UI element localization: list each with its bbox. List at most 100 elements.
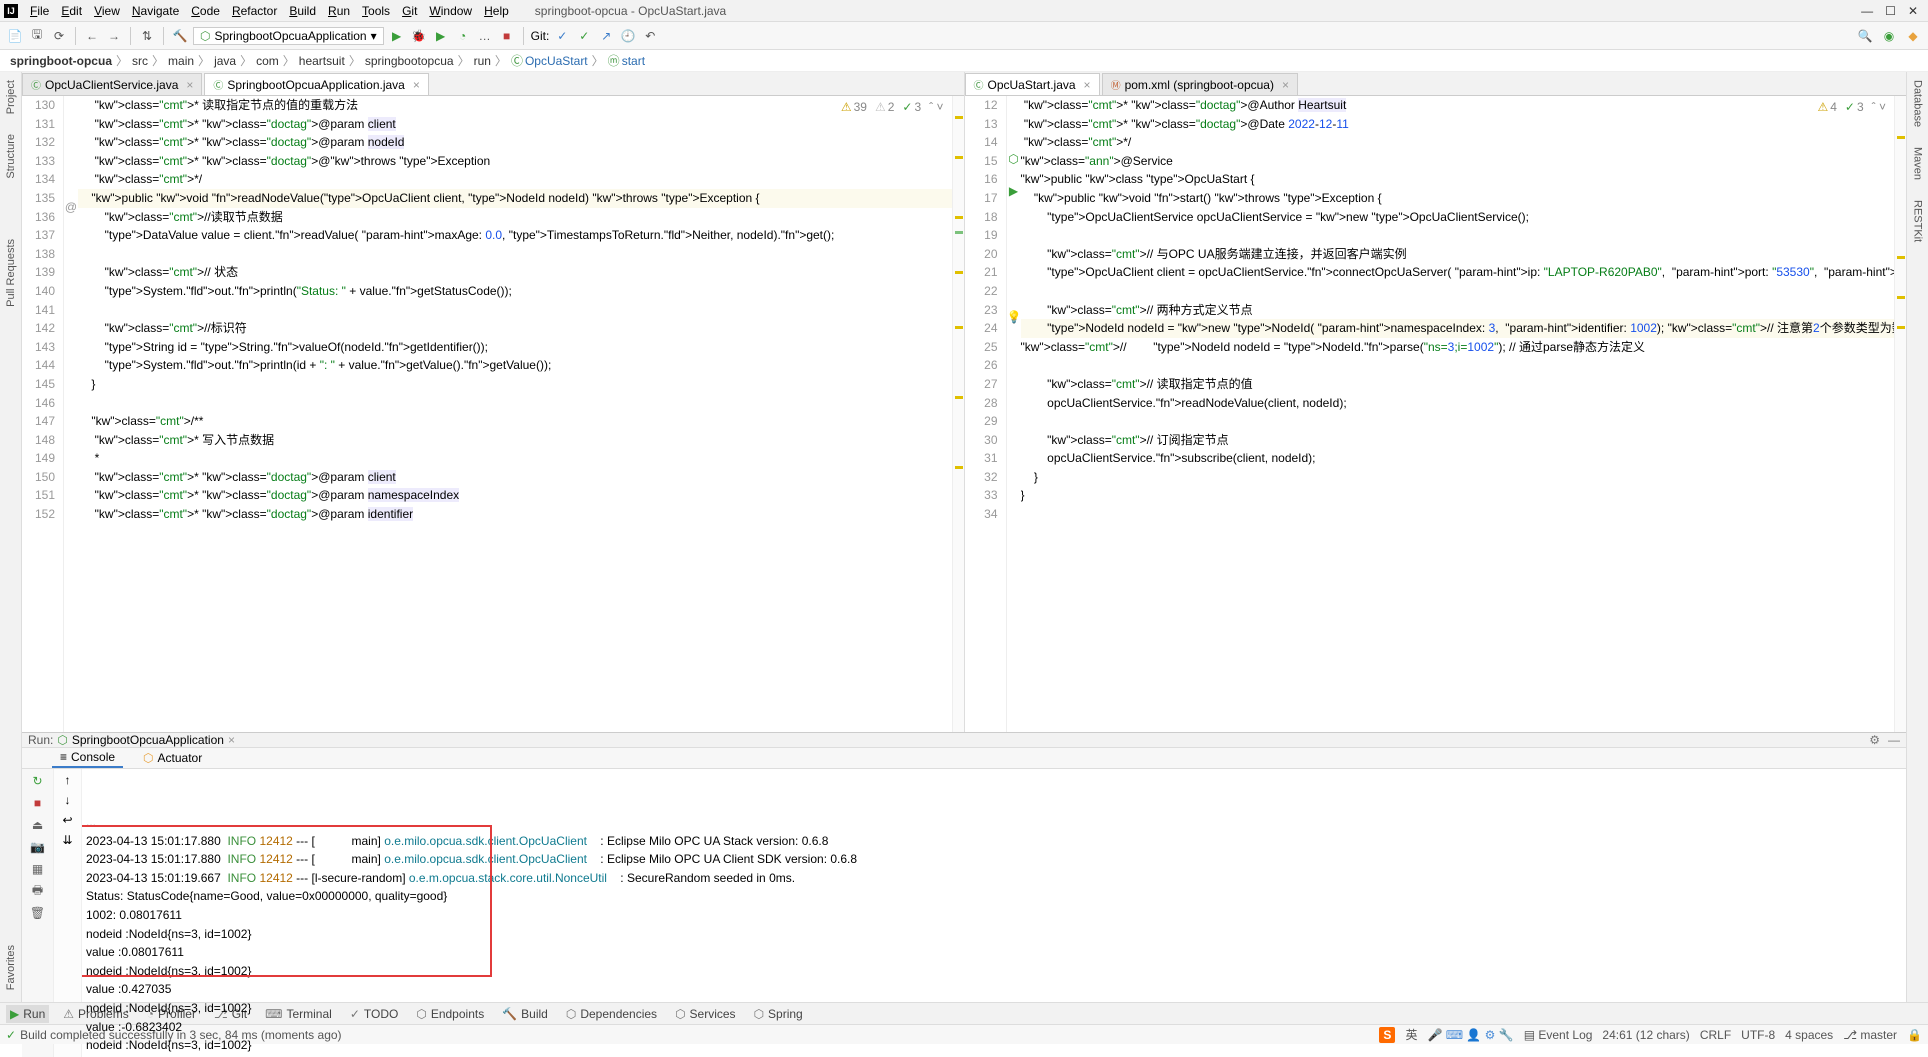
breadcrumb-item[interactable]: springbootopcua [361,54,458,68]
close-tab-icon[interactable]: × [186,78,193,92]
close-tab-icon[interactable]: × [1084,78,1091,92]
actuator-tab[interactable]: ⬡Actuator [135,749,210,767]
menu-build[interactable]: Build [283,2,322,20]
database-tool[interactable]: Database [1912,76,1924,131]
restkit-tool[interactable]: RESTKit [1912,196,1924,246]
left-inspection-indicators[interactable]: 39 2 3 ˆ ˅ [841,100,944,114]
menu-help[interactable]: Help [478,2,515,20]
vcs-icon[interactable]: ⇅ [138,27,156,45]
breadcrumb-item[interactable]: main [164,54,198,68]
git-update-icon[interactable]: ✓ [553,27,571,45]
stop-icon[interactable]: ■ [498,27,516,45]
breadcrumb-item[interactable]: src [128,54,152,68]
run-icon[interactable]: ▶ [388,27,406,45]
attach-icon[interactable]: … [476,27,494,45]
favorites-tool[interactable]: Favorites [5,941,17,994]
breadcrumb-item[interactable]: com [252,54,283,68]
stop-run-icon[interactable]: ■ [30,795,46,811]
breadcrumb-item[interactable]: run [470,54,495,68]
right-code-area[interactable]: 4 3 ˆ ˅ 12131415161718192021222324252627… [965,96,1907,732]
chevron-down-icon: ▾ [371,29,377,43]
open-icon[interactable]: 📄 [6,27,24,45]
maximize-icon[interactable]: ☐ [1885,4,1896,18]
right-tabs: ⒸOpcUaStart.java×Ⓜpom.xml (springboot-op… [965,72,1907,96]
ide-update-icon[interactable]: ◆ [1904,27,1922,45]
chevron-icon[interactable]: ˆ ˅ [1872,100,1886,114]
menu-run[interactable]: Run [322,2,356,20]
left-tabs: ⒸOpcUaClientService.java×ⒸSpringbootOpcu… [22,72,964,96]
forward-icon[interactable]: → [105,27,123,45]
breadcrumb: springboot-opcua〉src〉main〉java〉com〉heart… [0,50,1928,72]
menu-window[interactable]: Window [423,2,478,20]
window-title: springboot-opcua - OpcUaStart.java [535,4,726,18]
left-tool-strip: Project Structure Pull Requests Favorite… [0,72,22,1002]
menu-view[interactable]: View [88,2,126,20]
git-push-icon[interactable]: ↗ [597,27,615,45]
maven-tool[interactable]: Maven [1912,143,1924,184]
left-gutter[interactable]: 1301311321331341351361371381391401411421… [22,96,64,732]
lock-icon[interactable]: 🔒 [1907,1028,1922,1042]
exit-icon[interactable]: ⏏ [30,817,46,833]
coverage-icon[interactable]: ▶ [432,27,450,45]
editor-tab[interactable]: ⒸSpringbootOpcuaApplication.java× [204,73,428,95]
right-inspection-indicators[interactable]: 4 3 ˆ ˅ [1817,100,1886,114]
left-editor: ⒸOpcUaClientService.java×ⒸSpringbootOpcu… [22,72,965,732]
menu-tools[interactable]: Tools [356,2,396,20]
breadcrumb-item[interactable]: springboot-opcua [6,54,116,68]
close-icon[interactable]: ✕ [1908,4,1918,18]
menu-file[interactable]: File [24,2,55,20]
menu-code[interactable]: Code [185,2,226,20]
avatar-icon[interactable]: ◉ [1880,27,1898,45]
gear-icon[interactable]: ⚙ [1869,733,1880,747]
layout-icon[interactable]: ▦ [30,861,46,877]
down-icon[interactable]: ↓ [65,793,71,807]
editor-tab[interactable]: ⒸOpcUaStart.java× [965,73,1100,95]
trash-icon[interactable]: 🗑 [30,905,46,921]
search-icon[interactable]: 🔍 [1856,27,1874,45]
editor-tab[interactable]: Ⓜpom.xml (springboot-opcua)× [1102,73,1298,95]
back-icon[interactable]: ← [83,27,101,45]
console-output[interactable]: ...2023-04-13 15:01:17.880 INFO 12412 --… [82,769,1906,1057]
close-tab-icon[interactable]: × [413,78,420,92]
scroll-end-icon[interactable]: ⇊ [62,833,72,847]
menu-navigate[interactable]: Navigate [126,2,185,20]
rerun-icon[interactable]: ↻ [30,773,46,789]
profile-icon[interactable]: ◔ [454,27,472,45]
left-code-area[interactable]: 39 2 3 ˆ ˅ 13013113213313413513613713813… [22,96,964,732]
console-tab[interactable]: ≡Console [52,748,123,768]
titlebar: IJ FileEditViewNavigateCodeRefactorBuild… [0,0,1928,22]
git-label: Git: [531,29,550,43]
bottom-tab-run[interactable]: ▶Run [6,1005,49,1023]
git-rollback-icon[interactable]: ↶ [641,27,659,45]
minimize-panel-icon[interactable]: — [1888,733,1900,747]
project-tool[interactable]: Project [5,76,17,118]
spring-icon: ⬡ [57,733,67,747]
camera-icon[interactable]: 📷 [30,839,46,855]
debug-icon[interactable]: 🐞 [410,27,428,45]
right-gutter[interactable]: 1213141516171819202122232425262728293031… [965,96,1007,732]
print-icon[interactable]: 🖶 [30,883,46,899]
git-commit-icon[interactable]: ✓ [575,27,593,45]
wrap-icon[interactable]: ↩ [62,813,72,827]
breadcrumb-item[interactable]: ⒸOpcUaStart [507,54,592,68]
menu-git[interactable]: Git [396,2,423,20]
breadcrumb-item[interactable]: ⓜstart [604,54,649,68]
save-icon[interactable]: 🖫 [28,27,46,45]
structure-tool[interactable]: Structure [5,130,17,183]
menu-edit[interactable]: Edit [55,2,88,20]
refresh-icon[interactable]: ⟳ [50,27,68,45]
breadcrumb-item[interactable]: java [210,54,240,68]
up-icon[interactable]: ↑ [65,773,71,787]
editor-tab[interactable]: ⒸOpcUaClientService.java× [22,73,202,95]
breadcrumb-item[interactable]: heartsuit [295,54,349,68]
right-tool-strip: Database Maven RESTKit [1906,72,1928,1002]
main-toolbar: 📄 🖫 ⟳ ← → ⇅ 🔨 ⬡ SpringbootOpcuaApplicati… [0,22,1928,50]
run-config-selector[interactable]: ⬡ SpringbootOpcuaApplication ▾ [193,27,384,45]
pull-requests-tool[interactable]: Pull Requests [5,235,17,311]
git-history-icon[interactable]: 🕘 [619,27,637,45]
minimize-icon[interactable]: — [1861,4,1873,18]
close-tab-icon[interactable]: × [1282,78,1289,92]
chevron-icon[interactable]: ˆ ˅ [929,100,943,114]
menu-refactor[interactable]: Refactor [226,2,283,20]
build-icon[interactable]: 🔨 [171,27,189,45]
